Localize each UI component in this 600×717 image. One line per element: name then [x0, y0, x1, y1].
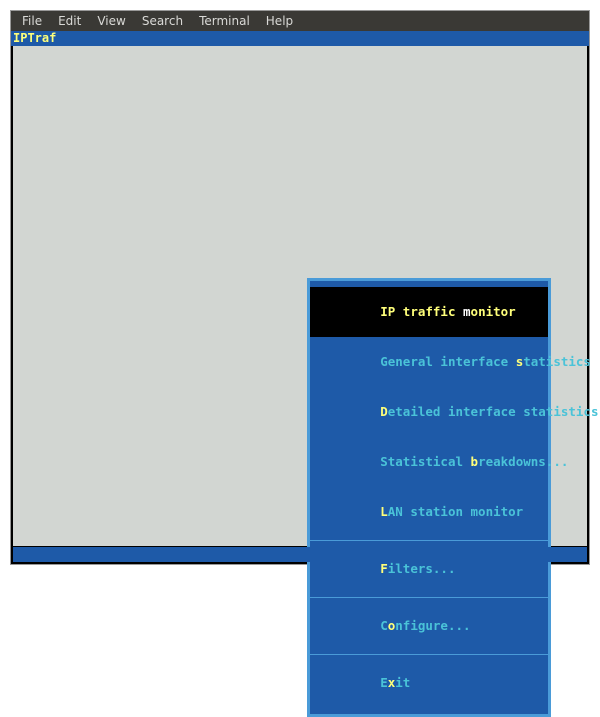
menu-terminal[interactable]: Terminal — [192, 12, 257, 30]
menu-divider — [310, 654, 548, 655]
terminal-body: IP traffic monitor General interface sta… — [13, 46, 587, 546]
menu-item-exit[interactable]: Exit — [310, 658, 548, 708]
menu-item-label: Detailed interface statistics — [380, 404, 598, 419]
window-menubar: File Edit View Search Terminal Help — [11, 11, 589, 31]
menu-divider — [310, 540, 548, 541]
menu-item-ip-traffic-monitor[interactable]: IP traffic monitor — [310, 287, 548, 337]
menu-item-label: General interface statistics — [380, 354, 591, 369]
menu-item-configure[interactable]: Configure... — [310, 601, 548, 651]
menu-item-detailed-interface-statistics[interactable]: Detailed interface statistics — [310, 387, 548, 437]
menu-item-statistical-breakdowns[interactable]: Statistical breakdowns... — [310, 437, 548, 487]
menu-item-lan-station-monitor[interactable]: LAN station monitor — [310, 487, 548, 537]
menu-view[interactable]: View — [90, 12, 132, 30]
menu-file[interactable]: File — [15, 12, 49, 30]
menu-item-label: IP traffic monitor — [380, 304, 515, 319]
menu-edit[interactable]: Edit — [51, 12, 88, 30]
main-menu: IP traffic monitor General interface sta… — [307, 278, 551, 717]
app-title: IPTraf — [11, 31, 589, 46]
menu-item-label: Exit — [380, 675, 410, 690]
menu-item-label: Filters... — [380, 561, 455, 576]
menu-help[interactable]: Help — [259, 12, 300, 30]
menu-item-label: LAN station monitor — [380, 504, 523, 519]
menu-divider — [310, 597, 548, 598]
status-bar — [13, 547, 587, 562]
terminal-window: File Edit View Search Terminal Help IPTr… — [10, 10, 590, 565]
menu-item-label: Statistical breakdowns... — [380, 454, 568, 469]
menu-item-general-interface-statistics[interactable]: General interface statistics — [310, 337, 548, 387]
menu-search[interactable]: Search — [135, 12, 190, 30]
menu-item-label: Configure... — [380, 618, 470, 633]
